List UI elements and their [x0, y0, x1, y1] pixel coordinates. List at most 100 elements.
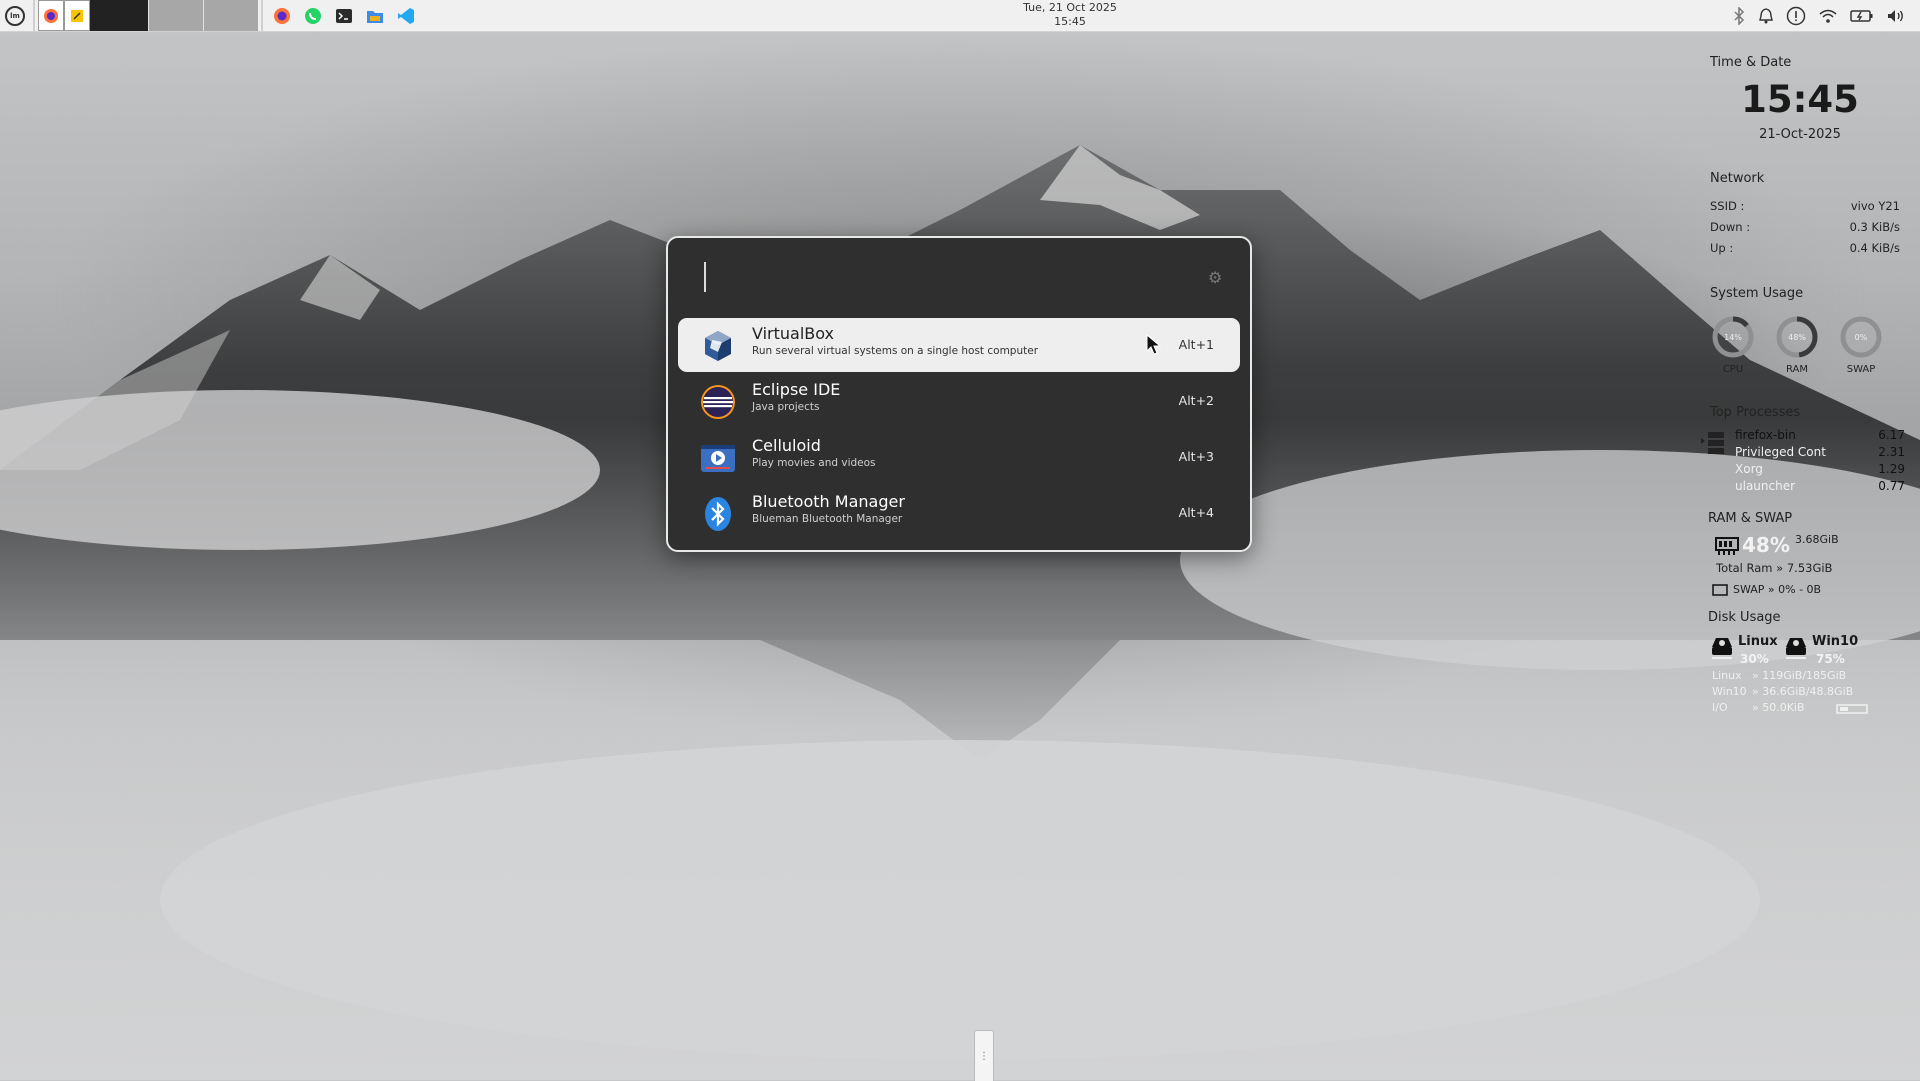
workspace-2[interactable]: [90, 0, 148, 31]
vscode-icon: [397, 7, 414, 24]
process-row: firefox-bin 6.17: [1735, 428, 1905, 442]
time-date-title: Time & Date: [1710, 55, 1792, 70]
launcher-firefox[interactable]: [266, 0, 297, 31]
bluetooth-icon: [705, 497, 731, 531]
disk-row-value: » 119GiB/185GiB: [1752, 669, 1847, 682]
process-row: ulauncher 0.77: [1735, 479, 1905, 493]
bottom-dock-handle[interactable]: ⋮: [974, 1030, 994, 1081]
disk-row-value: » 50.0KiB: [1752, 701, 1805, 714]
process-name: ulauncher: [1735, 479, 1796, 493]
result-shortcut: Alt+1: [1178, 337, 1214, 352]
gauge-label: CPU: [1722, 364, 1744, 375]
ram-chip-icon: [1715, 537, 1739, 555]
sticky-notes-icon: [71, 9, 83, 22]
updates-info-icon[interactable]: [1786, 6, 1806, 26]
hard-drive-icon: [1786, 638, 1806, 659]
preferences-gear-icon[interactable]: ⚙: [1208, 268, 1222, 287]
network-up: Up : 0.4 KiB/s: [1710, 241, 1900, 255]
ram-gauge: 48% RAM: [1772, 315, 1822, 375]
result-item-eclipse[interactable]: Eclipse IDE Java projects Alt+2: [678, 374, 1240, 428]
volume-icon[interactable]: [1886, 8, 1906, 24]
process-row: Xorg 1.29: [1735, 462, 1905, 476]
whatsapp-icon: [304, 7, 321, 24]
gauge-ring: 48%: [1776, 316, 1818, 358]
disk-row-label: I/O: [1712, 701, 1728, 714]
conky-date: 21-Oct-2025: [1759, 127, 1841, 142]
swap-disk-icon: [1712, 584, 1728, 596]
result-item-bluetooth-manager[interactable]: Bluetooth Manager Blueman Bluetooth Mana…: [678, 486, 1240, 540]
cpu-gauge: 14% CPU: [1708, 315, 1758, 375]
mouse-pointer-icon: [1146, 334, 1162, 355]
ssid-value: vivo Y21: [1850, 199, 1900, 213]
ram-used: 3.68GiB: [1795, 533, 1839, 546]
gauge-value: 14%: [1724, 333, 1742, 342]
disk-row-linux: Linux » 119GiB/185GiB: [1712, 669, 1846, 682]
launcher-vscode[interactable]: [390, 0, 421, 31]
disk-linux-name: Linux: [1738, 634, 1778, 649]
gauge-label: SWAP: [1846, 364, 1876, 375]
ulauncher-window: ⚙ VirtualBox Run several virtual systems…: [666, 236, 1252, 552]
process-name: Privileged Cont: [1735, 445, 1826, 459]
gauge-label: RAM: [1785, 364, 1808, 375]
process-value: 0.77: [1878, 479, 1905, 493]
server-stack-icon: [1701, 432, 1724, 454]
gauge-value: 48%: [1788, 333, 1806, 342]
text-caret: [704, 262, 706, 292]
firefox-icon: [44, 8, 58, 23]
network-down: Down : 0.3 KiB/s: [1710, 220, 1900, 234]
mint-logo-icon: lm: [5, 5, 25, 26]
result-description: Blueman Bluetooth Manager: [752, 513, 903, 525]
eclipse-icon: [701, 385, 735, 419]
result-item-celluloid[interactable]: Celluloid Play movies and videos Alt+3: [678, 430, 1240, 484]
panel-separator: [33, 0, 35, 31]
disk-linux-percent: 30%: [1740, 652, 1769, 666]
process-row: Privileged Cont 2.31: [1735, 445, 1905, 459]
disk-row-win10: Win10 » 36.6GiB/48.8GiB: [1712, 685, 1853, 698]
bluetooth-tray-icon[interactable]: [1732, 6, 1746, 25]
process-name: firefox-bin: [1735, 428, 1796, 442]
result-shortcut: Alt+4: [1178, 505, 1214, 520]
swap-line: SWAP » 0% - 0B: [1733, 583, 1822, 596]
workspace-1-window-sticky[interactable]: [64, 0, 90, 31]
up-value: 0.4 KiB/s: [1849, 241, 1900, 255]
launcher-whatsapp[interactable]: [297, 0, 328, 31]
result-title: Bluetooth Manager: [752, 492, 905, 511]
workspace-4[interactable]: [203, 0, 258, 31]
panel-clock-date: Tue, 21 Oct 2025: [1023, 1, 1117, 14]
celluloid-icon: [701, 445, 735, 472]
wifi-icon[interactable]: [1818, 8, 1838, 24]
virtualbox-icon: [705, 331, 731, 361]
workspace-1-window-firefox[interactable]: [38, 0, 64, 31]
notifications-icon[interactable]: [1758, 7, 1774, 25]
gauge-ring: 0%: [1840, 316, 1882, 358]
battery-icon[interactable]: [1850, 8, 1874, 24]
gauge-ring: 14%: [1712, 316, 1754, 358]
launcher-terminal[interactable]: [328, 0, 359, 31]
network-title: Network: [1710, 171, 1765, 186]
launcher-files[interactable]: [359, 0, 390, 31]
disk-row-label: Linux: [1712, 669, 1742, 682]
result-description: Java projects: [752, 401, 820, 413]
launcher-search-input[interactable]: [702, 260, 1146, 296]
disk-row-value: » 36.6GiB/48.8GiB: [1752, 685, 1854, 698]
disk-row-io: I/O » 50.0KiB: [1712, 701, 1805, 714]
system-tray: [1732, 0, 1920, 31]
main-menu-button[interactable]: lm: [0, 0, 30, 31]
process-name: Xorg: [1735, 462, 1763, 476]
io-bar-icon: [1836, 704, 1868, 714]
panel-clock-time: 15:45: [1054, 15, 1086, 28]
up-label: Up :: [1710, 241, 1734, 255]
result-description: Play movies and videos: [752, 457, 876, 469]
result-title: VirtualBox: [752, 324, 835, 343]
gauge-value: 0%: [1855, 333, 1868, 342]
result-shortcut: Alt+2: [1178, 393, 1214, 408]
panel-clock[interactable]: Tue, 21 Oct 2025 15:45: [940, 1, 1200, 29]
folder-icon: [366, 10, 383, 23]
conky-time: 15:45: [1741, 78, 1859, 121]
swap-gauge: 0% SWAP: [1836, 315, 1886, 375]
terminal-icon: [335, 8, 352, 23]
down-label: Down :: [1710, 220, 1751, 234]
firefox-icon: [273, 7, 290, 24]
workspace-3[interactable]: [148, 0, 203, 31]
disk-win10-name: Win10: [1812, 634, 1859, 649]
